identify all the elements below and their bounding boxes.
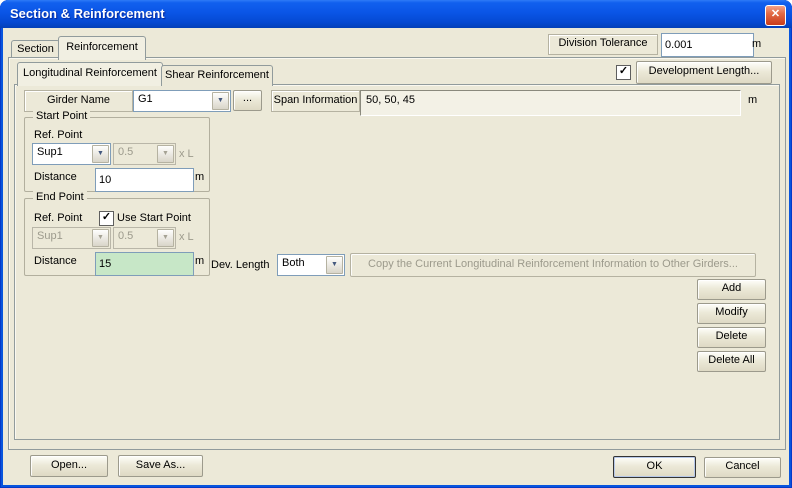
chevron-down-icon[interactable]: ▼ [212, 92, 229, 110]
use-start-point-label: Use Start Point [117, 212, 191, 224]
end-point-title: End Point [33, 191, 87, 203]
division-tolerance-unit: m [752, 38, 761, 50]
close-button[interactable]: ✕ [765, 5, 786, 26]
cancel-button[interactable]: Cancel [704, 457, 781, 478]
dev-length-combo[interactable]: Both ▼ [277, 254, 345, 276]
girder-name-label: Girder Name [24, 90, 133, 112]
span-information-value: 50, 50, 45 [360, 90, 741, 116]
end-ref-point-combo: Sup1 ▼ [32, 227, 111, 249]
start-ref-point-combo[interactable]: Sup1 ▼ [32, 143, 111, 165]
start-ref-point-value: Sup1 [37, 146, 93, 158]
end-distance-unit: m [195, 255, 204, 267]
start-distance-label: Distance [34, 171, 77, 183]
division-tolerance-input[interactable] [661, 33, 754, 57]
add-button[interactable]: Add [697, 279, 766, 300]
save-as-button[interactable]: Save As... [118, 455, 203, 477]
start-fraction-combo: 0.5 ▼ [113, 143, 176, 165]
start-xl-label: x L [179, 148, 194, 160]
development-length-checkbox[interactable]: ✓ [616, 65, 631, 80]
chevron-down-icon: ▼ [92, 229, 109, 247]
section-reinforcement-dialog: Section & Reinforcement ✕ Section Reinfo… [0, 0, 792, 488]
end-fraction-combo: 0.5 ▼ [113, 227, 176, 249]
delete-all-button[interactable]: Delete All [697, 351, 766, 372]
tab-reinforcement[interactable]: Reinforcement [58, 36, 146, 60]
start-fraction-value: 0.5 [118, 146, 158, 158]
check-icon: ✓ [102, 211, 111, 223]
ok-button[interactable]: OK [613, 456, 696, 478]
copy-to-other-girders-button: Copy the Current Longitudinal Reinforcem… [350, 253, 756, 277]
dev-length-value: Both [282, 257, 327, 269]
end-ref-point-value: Sup1 [37, 230, 93, 242]
start-point-title: Start Point [33, 110, 90, 122]
division-tolerance-label: Division Tolerance [548, 34, 658, 55]
open-button[interactable]: Open... [30, 455, 108, 477]
start-ref-point-label: Ref. Point [34, 129, 82, 141]
development-length-button[interactable]: Development Length... [636, 61, 772, 84]
chevron-down-icon[interactable]: ▼ [92, 145, 109, 163]
end-ref-point-label: Ref. Point [34, 212, 82, 224]
chevron-down-icon: ▼ [157, 145, 174, 163]
tab-shear-reinforcement[interactable]: Shear Reinforcement [161, 65, 273, 86]
girder-browse-button[interactable]: ... [233, 90, 262, 111]
close-icon: ✕ [771, 8, 780, 20]
span-information-label: Span Information [271, 90, 360, 112]
end-distance-input[interactable] [95, 252, 194, 276]
window-title: Section & Reinforcement [10, 6, 165, 21]
end-xl-label: x L [179, 231, 194, 243]
title-bar[interactable]: Section & Reinforcement ✕ [0, 0, 792, 28]
start-distance-unit: m [195, 171, 204, 183]
chevron-down-icon[interactable]: ▼ [326, 256, 343, 274]
end-distance-label: Distance [34, 255, 77, 267]
girder-name-value: G1 [138, 93, 213, 105]
dev-length-label: Dev. Length [211, 259, 270, 271]
end-fraction-value: 0.5 [118, 230, 158, 242]
use-start-point-checkbox[interactable]: ✓ [99, 211, 114, 226]
tab-longitudinal-reinforcement[interactable]: Longitudinal Reinforcement [17, 62, 163, 86]
span-information-unit: m [748, 94, 757, 106]
check-icon: ✓ [619, 65, 628, 77]
delete-button[interactable]: Delete [697, 327, 766, 348]
modify-button[interactable]: Modify [697, 303, 766, 324]
start-distance-input[interactable] [95, 168, 194, 192]
girder-name-combo[interactable]: G1 ▼ [133, 90, 231, 112]
chevron-down-icon: ▼ [157, 229, 174, 247]
